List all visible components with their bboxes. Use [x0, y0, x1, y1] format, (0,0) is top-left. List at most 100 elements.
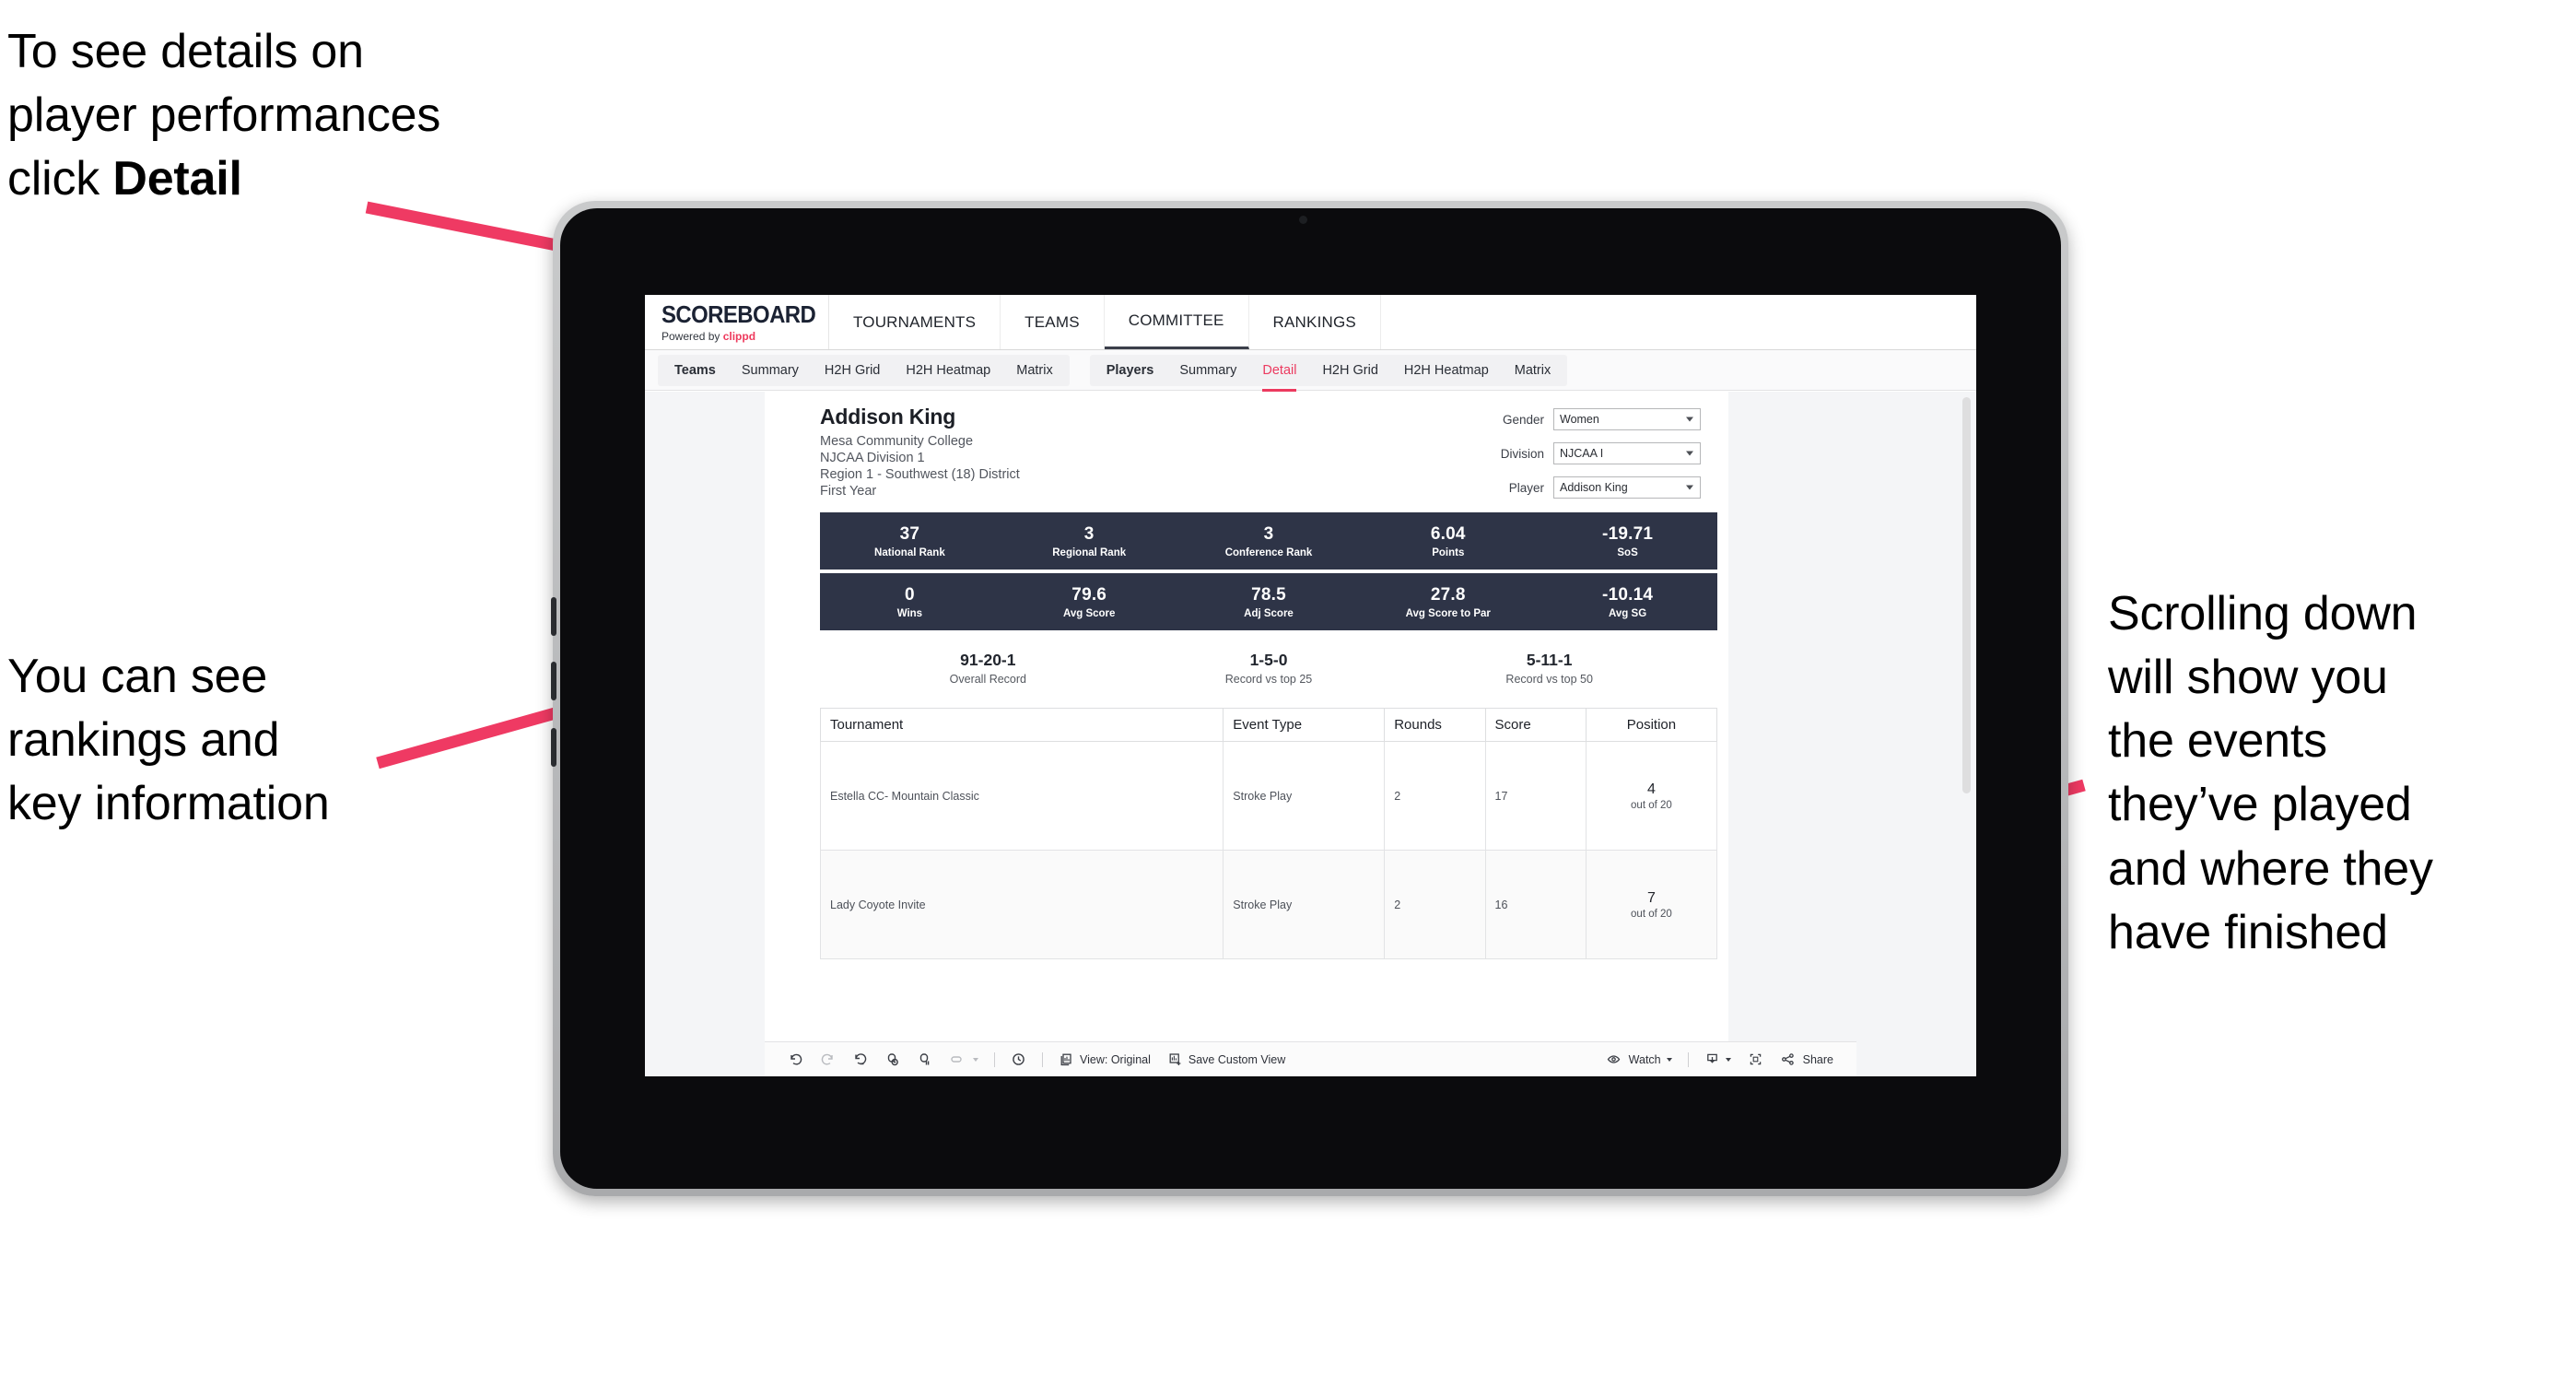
- position-out-of: out of 20: [1631, 908, 1672, 920]
- position-value: 4: [1646, 781, 1656, 797]
- tab-teams-h2h-grid[interactable]: H2H Grid: [812, 355, 893, 386]
- tab-teams-h2h-heatmap[interactable]: H2H Heatmap: [893, 355, 1003, 386]
- undo-button[interactable]: [779, 1042, 812, 1076]
- tab-teams-summary[interactable]: Summary: [729, 355, 812, 386]
- cell-rounds: 2: [1384, 741, 1486, 852]
- toolbar-divider: [1687, 1051, 1689, 1067]
- annotation-right: Scrolling down will show you the events …: [2108, 587, 2433, 959]
- stat-label: Conference Rank: [1224, 546, 1313, 558]
- volume-up-button[interactable]: [551, 597, 556, 636]
- app-header: SCOREBOARD Powered by clippd TOURNAMENTS…: [645, 295, 1976, 350]
- tab-players-summary[interactable]: Summary: [1166, 355, 1249, 386]
- stat-avg-score-to-par: 27.8 Avg Score to Par: [1358, 585, 1538, 619]
- pause-icon: [919, 1053, 930, 1065]
- tab-players-h2h-heatmap[interactable]: H2H Heatmap: [1391, 355, 1502, 386]
- view-icon: [1060, 1053, 1071, 1066]
- brand-subtitle: Powered by clippd: [662, 330, 828, 343]
- annotation-mid-left: You can see rankings and key information: [7, 650, 330, 831]
- share-button[interactable]: Share: [1772, 1042, 1842, 1076]
- volume-down-button[interactable]: [551, 662, 556, 700]
- save-custom-view-label: Save Custom View: [1188, 1052, 1286, 1066]
- watch-button[interactable]: Watch: [1598, 1042, 1680, 1076]
- tab-players[interactable]: Players: [1094, 355, 1167, 386]
- tab-teams[interactable]: Teams: [662, 355, 729, 386]
- pause-button[interactable]: [908, 1042, 941, 1076]
- primary-nav: TOURNAMENTS TEAMS COMMITTEE RANKINGS: [829, 295, 1381, 349]
- position-value: 7: [1646, 889, 1656, 906]
- revert-button[interactable]: [844, 1042, 876, 1076]
- viz-toolbar: View: Original Save Custom View Watch Sh…: [765, 1041, 1856, 1076]
- table-row[interactable]: Estella CC- Mountain Classic Stroke Play…: [819, 741, 1718, 852]
- record-label: Record vs top 25: [1224, 673, 1313, 687]
- power-button[interactable]: [551, 728, 556, 767]
- nav-item-tournaments[interactable]: TOURNAMENTS: [829, 295, 1001, 349]
- tab-teams-matrix[interactable]: Matrix: [1003, 355, 1065, 386]
- record-vs-top-25: 1-5-0 Record vs top 25: [1129, 651, 1410, 686]
- vertical-scrollbar[interactable]: [1962, 397, 1971, 793]
- stat-value: 79.6: [1071, 584, 1107, 605]
- stat-value: 0: [905, 584, 915, 605]
- stat-value: 27.8: [1430, 584, 1466, 605]
- tab-players-matrix[interactable]: Matrix: [1502, 355, 1563, 386]
- stat-label: Points: [1432, 546, 1465, 558]
- record-value: 1-5-0: [1249, 651, 1288, 670]
- players-tab-group: Players Summary Detail H2H Grid H2H Heat…: [1089, 354, 1568, 392]
- cell-position: 7 out of 20: [1585, 850, 1718, 960]
- watch-label: Watch: [1628, 1052, 1661, 1066]
- highlight-button[interactable]: [941, 1042, 987, 1076]
- player-select[interactable]: Addison King: [1553, 476, 1701, 499]
- stat-label: Avg Score: [1062, 607, 1116, 619]
- stat-adj-score: 78.5 Adj Score: [1179, 585, 1359, 619]
- stat-label: Regional Rank: [1052, 546, 1127, 558]
- stats-row-secondary: 0 Wins 79.6 Avg Score 78.5 Adj Score 27.…: [820, 573, 1717, 631]
- division-select-value: NJCAA I: [1560, 447, 1604, 460]
- tab-players-detail[interactable]: Detail: [1249, 355, 1309, 392]
- col-position[interactable]: Position: [1585, 708, 1718, 743]
- stat-sos: -19.71 SoS: [1538, 524, 1717, 558]
- dashboard-viz-area: Addison King Mesa Community College NJCA…: [645, 392, 1976, 1076]
- refresh-icon: [887, 1053, 898, 1066]
- col-tournament[interactable]: Tournament: [819, 708, 1224, 743]
- cell-event-type: Stroke Play: [1223, 741, 1386, 852]
- scoreboard-logo[interactable]: SCOREBOARD Powered by clippd: [645, 295, 829, 349]
- division-select[interactable]: NJCAA I: [1553, 442, 1701, 464]
- redo-button[interactable]: [812, 1042, 844, 1076]
- nav-item-rankings[interactable]: RANKINGS: [1249, 295, 1381, 349]
- brand-title: SCOREBOARD: [662, 300, 816, 328]
- cell-tournament: Lady Coyote Invite: [819, 850, 1224, 960]
- stat-regional-rank: 3 Regional Rank: [1000, 524, 1179, 558]
- stat-value: 3: [1263, 523, 1274, 544]
- stat-value: -10.14: [1602, 584, 1654, 605]
- stat-wins: 0 Wins: [820, 585, 1000, 619]
- table-header-row: Tournament Event Type Rounds Score Posit…: [819, 708, 1718, 743]
- col-event-type[interactable]: Event Type: [1223, 708, 1386, 743]
- fullscreen-button[interactable]: [1739, 1042, 1772, 1076]
- nav-item-teams[interactable]: TEAMS: [1001, 295, 1105, 349]
- nav-item-committee[interactable]: COMMITTEE: [1104, 295, 1249, 349]
- tab-players-h2h-grid[interactable]: H2H Grid: [1309, 355, 1390, 386]
- gender-select-value: Women: [1560, 413, 1599, 426]
- table-row[interactable]: Lady Coyote Invite Stroke Play 2 16 7 ou…: [819, 850, 1718, 960]
- col-score[interactable]: Score: [1484, 708, 1587, 743]
- view-original-button[interactable]: View: Original: [1050, 1042, 1159, 1076]
- chevron-down-icon: [1686, 417, 1693, 422]
- eye-icon: [1607, 1055, 1620, 1063]
- stat-value: 37: [899, 523, 920, 544]
- save-custom-view-button[interactable]: Save Custom View: [1159, 1042, 1294, 1076]
- clippd-name: clippd: [722, 329, 756, 343]
- stat-value: -19.71: [1602, 523, 1654, 544]
- download-button[interactable]: [1696, 1042, 1739, 1076]
- powered-by-text: Powered by: [662, 329, 723, 343]
- events-table: Tournament Event Type Rounds Score Posit…: [819, 708, 1718, 960]
- annotation-top-left: To see details on player performances cl…: [7, 20, 615, 211]
- records-row: 91-20-1 Overall Record 1-5-0 Record vs t…: [820, 651, 1717, 686]
- stat-label: Avg Score to Par: [1405, 607, 1491, 619]
- stat-value: 3: [1083, 523, 1095, 544]
- refresh-button[interactable]: [876, 1042, 908, 1076]
- col-rounds[interactable]: Rounds: [1384, 708, 1486, 743]
- undo-icon: [790, 1053, 802, 1065]
- pause-auto-update-button[interactable]: [1002, 1042, 1035, 1076]
- stat-value: 78.5: [1251, 584, 1286, 605]
- gender-select[interactable]: Women: [1553, 408, 1701, 430]
- cell-score: 17: [1484, 741, 1587, 852]
